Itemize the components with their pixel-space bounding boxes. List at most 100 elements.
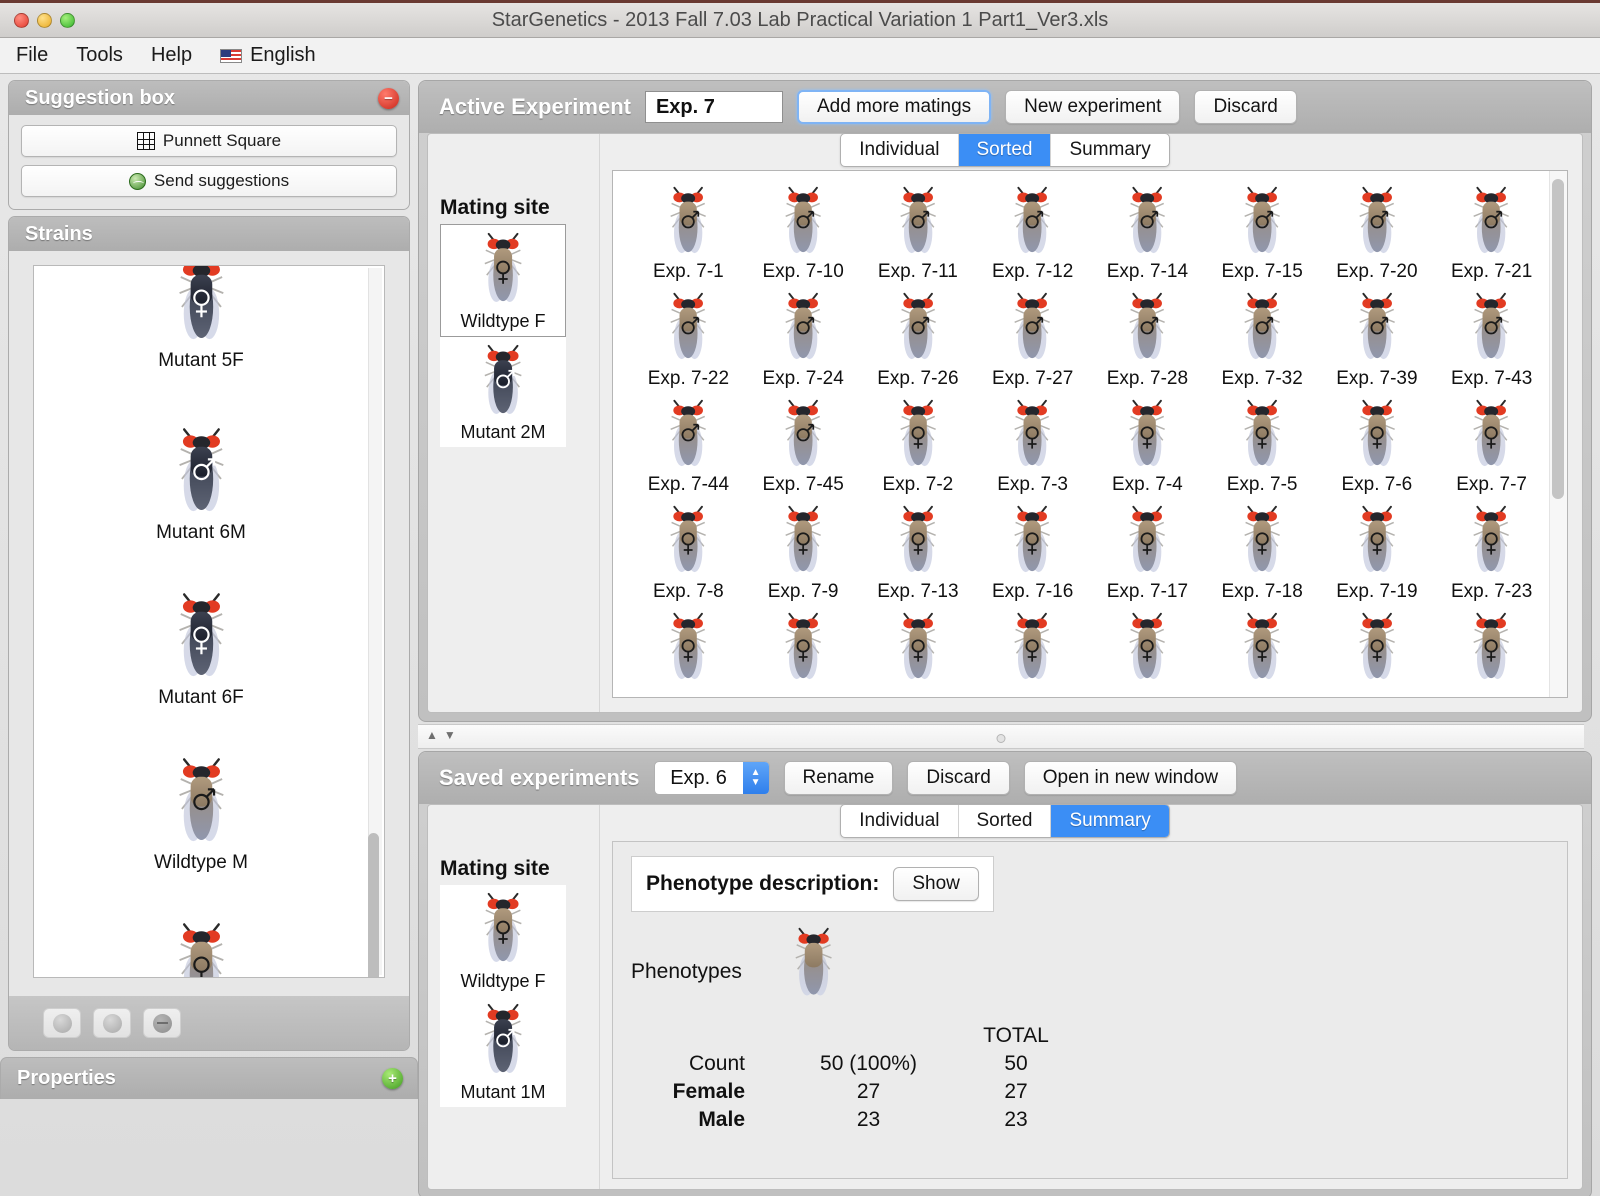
saved-experiment-selector[interactable]: Exp. 6 ▲ ▼ <box>653 761 770 796</box>
open-in-new-window-button[interactable]: Open in new window <box>1023 761 1238 796</box>
stepper-down-icon[interactable]: ▼ <box>751 778 761 788</box>
progeny-cell[interactable]: Exp. 7-15 <box>1205 177 1320 283</box>
fly-icon <box>897 611 939 686</box>
progeny-cell[interactable] <box>1205 603 1320 687</box>
progeny-cell[interactable]: Exp. 7-4 <box>1090 390 1205 496</box>
menu-help[interactable]: Help <box>151 44 192 67</box>
panel-splitter[interactable]: ▲ ▼ <box>418 723 1584 750</box>
progeny-cell[interactable]: Exp. 7-13 <box>861 496 976 602</box>
add-more-matings-button[interactable]: Add more matings <box>796 90 992 124</box>
discard-saved-experiment-button[interactable]: Discard <box>907 761 1010 796</box>
progeny-cell[interactable]: Exp. 7-10 <box>746 177 861 283</box>
fly-icon <box>175 426 228 520</box>
progeny-grid-scrollbar[interactable] <box>1549 171 1567 697</box>
progeny-label: Exp. 7-18 <box>1221 580 1303 602</box>
progeny-label: Exp. 7-44 <box>647 474 730 496</box>
progeny-cell[interactable] <box>746 603 861 687</box>
progeny-cell[interactable] <box>1090 603 1205 687</box>
tab-summary-active[interactable]: Summary <box>1051 134 1168 166</box>
progeny-cell[interactable]: Exp. 7-32 <box>1205 283 1320 389</box>
tab-summary-saved[interactable]: Summary <box>1051 805 1169 838</box>
edit-strain-button[interactable] <box>93 1008 131 1038</box>
progeny-cell[interactable]: Exp. 7-24 <box>746 283 861 389</box>
menu-language[interactable]: English <box>220 44 316 67</box>
progeny-cell[interactable]: Exp. 7-11 <box>861 177 976 283</box>
splitter-up-icon[interactable]: ▲ <box>426 729 438 741</box>
progeny-cell[interactable]: Exp. 7-3 <box>975 390 1090 496</box>
properties-header[interactable]: Properties + <box>0 1057 418 1099</box>
progeny-cell[interactable]: Exp. 7-12 <box>975 177 1090 283</box>
add-strain-button[interactable] <box>43 1008 81 1038</box>
progeny-cell[interactable]: Exp. 7-2 <box>861 390 976 496</box>
progeny-cell[interactable] <box>631 603 746 687</box>
strain-list[interactable]: Mutant 5F Mutant 6M Mutant 6F Wildtype M <box>33 265 385 978</box>
progeny-cell[interactable]: Exp. 7-21 <box>1434 177 1549 283</box>
mating-parent[interactable]: Mutant 1M <box>440 996 566 1107</box>
mating-parent[interactable]: Wildtype F <box>440 224 566 337</box>
progeny-cell[interactable]: Exp. 7-39 <box>1320 283 1435 389</box>
fly-icon <box>1126 504 1168 579</box>
progeny-cell[interactable]: Exp. 7-7 <box>1434 390 1549 496</box>
tab-individual-saved[interactable]: Individual <box>841 805 959 838</box>
progeny-cell[interactable]: Exp. 7-22 <box>631 283 746 389</box>
mating-parent[interactable]: Mutant 2M <box>440 337 566 448</box>
saved-mating-site: Mating site Wildtype F Mutant 1M <box>428 805 600 1190</box>
new-experiment-button[interactable]: New experiment <box>1005 90 1181 124</box>
saved-experiment-stepper[interactable]: ▲ ▼ <box>742 762 769 795</box>
active-tab-group: Individual Sorted Summary <box>840 133 1170 167</box>
progeny-cell[interactable] <box>1320 603 1435 687</box>
strain-item[interactable]: Wildtype F <box>34 921 368 977</box>
splitter-arrows[interactable]: ▲ ▼ <box>426 729 456 741</box>
strain-list-scroll-thumb[interactable] <box>368 833 379 977</box>
progeny-cell[interactable]: Exp. 7-14 <box>1090 177 1205 283</box>
rename-experiment-button[interactable]: Rename <box>783 761 894 796</box>
progeny-cell[interactable]: Exp. 7-16 <box>975 496 1090 602</box>
minus-badge-icon[interactable]: − <box>378 87 399 109</box>
mating-parent[interactable]: Wildtype F <box>440 885 566 996</box>
progeny-cell[interactable] <box>1434 603 1549 687</box>
strain-item[interactable]: Mutant 6F <box>34 591 368 709</box>
punnett-square-button[interactable]: Punnett Square <box>21 125 397 157</box>
tab-sorted-saved[interactable]: Sorted <box>959 805 1052 838</box>
strain-item[interactable]: Wildtype M <box>34 756 368 874</box>
progeny-cell[interactable]: Exp. 7-44 <box>631 390 746 496</box>
progeny-cell[interactable]: Exp. 7-26 <box>861 283 976 389</box>
plus-badge-icon[interactable]: + <box>382 1068 403 1089</box>
stat-row-value: 23 <box>856 1107 881 1131</box>
progeny-cell[interactable]: Exp. 7-8 <box>631 496 746 602</box>
progeny-cell[interactable]: Exp. 7-9 <box>746 496 861 602</box>
progeny-cell[interactable]: Exp. 7-19 <box>1320 496 1435 602</box>
progeny-cell[interactable]: Exp. 7-20 <box>1320 177 1435 283</box>
splitter-down-icon[interactable]: ▼ <box>444 729 456 741</box>
show-phenotype-description-button[interactable]: Show <box>893 867 979 902</box>
strain-list-scrollbar[interactable] <box>368 268 382 977</box>
progeny-grid-scroll-thumb[interactable] <box>1552 179 1564 499</box>
progeny-cell[interactable]: Exp. 7-27 <box>975 283 1090 389</box>
fly-icon <box>1470 291 1512 366</box>
progeny-cell[interactable]: Exp. 7-1 <box>631 177 746 283</box>
progeny-cell[interactable]: Exp. 7-45 <box>746 390 861 496</box>
progeny-cell[interactable]: Exp. 7-43 <box>1434 283 1549 389</box>
progeny-cell[interactable]: Exp. 7-28 <box>1090 283 1205 389</box>
tab-sorted-active[interactable]: Sorted <box>958 134 1052 166</box>
fly-icon <box>1470 504 1512 579</box>
progeny-cell[interactable]: Exp. 7-5 <box>1205 390 1320 496</box>
strain-item[interactable]: Mutant 6M <box>34 426 368 544</box>
menu-file[interactable]: File <box>16 44 48 67</box>
progeny-cell[interactable]: Exp. 7-18 <box>1205 496 1320 602</box>
progeny-cell[interactable] <box>975 603 1090 687</box>
tab-individual-active[interactable]: Individual <box>841 134 959 166</box>
active-experiment-name-input[interactable]: Exp. 7 <box>644 91 783 123</box>
progeny-cell[interactable]: Exp. 7-17 <box>1090 496 1205 602</box>
menu-tools[interactable]: Tools <box>76 44 123 67</box>
progeny-cell[interactable] <box>861 603 976 687</box>
phenotype-fly[interactable] <box>792 926 835 1003</box>
send-suggestions-button[interactable]: Send suggestions <box>21 165 397 197</box>
splitter-knob[interactable] <box>996 733 1006 743</box>
progeny-cell[interactable]: Exp. 7-23 <box>1434 496 1549 602</box>
progeny-cell[interactable]: Exp. 7-6 <box>1320 390 1435 496</box>
discard-active-experiment-button[interactable]: Discard <box>1194 90 1297 124</box>
remove-strain-button[interactable] <box>143 1008 181 1038</box>
fly-icon <box>1241 611 1283 686</box>
strain-item[interactable]: Mutant 5F <box>34 266 368 372</box>
